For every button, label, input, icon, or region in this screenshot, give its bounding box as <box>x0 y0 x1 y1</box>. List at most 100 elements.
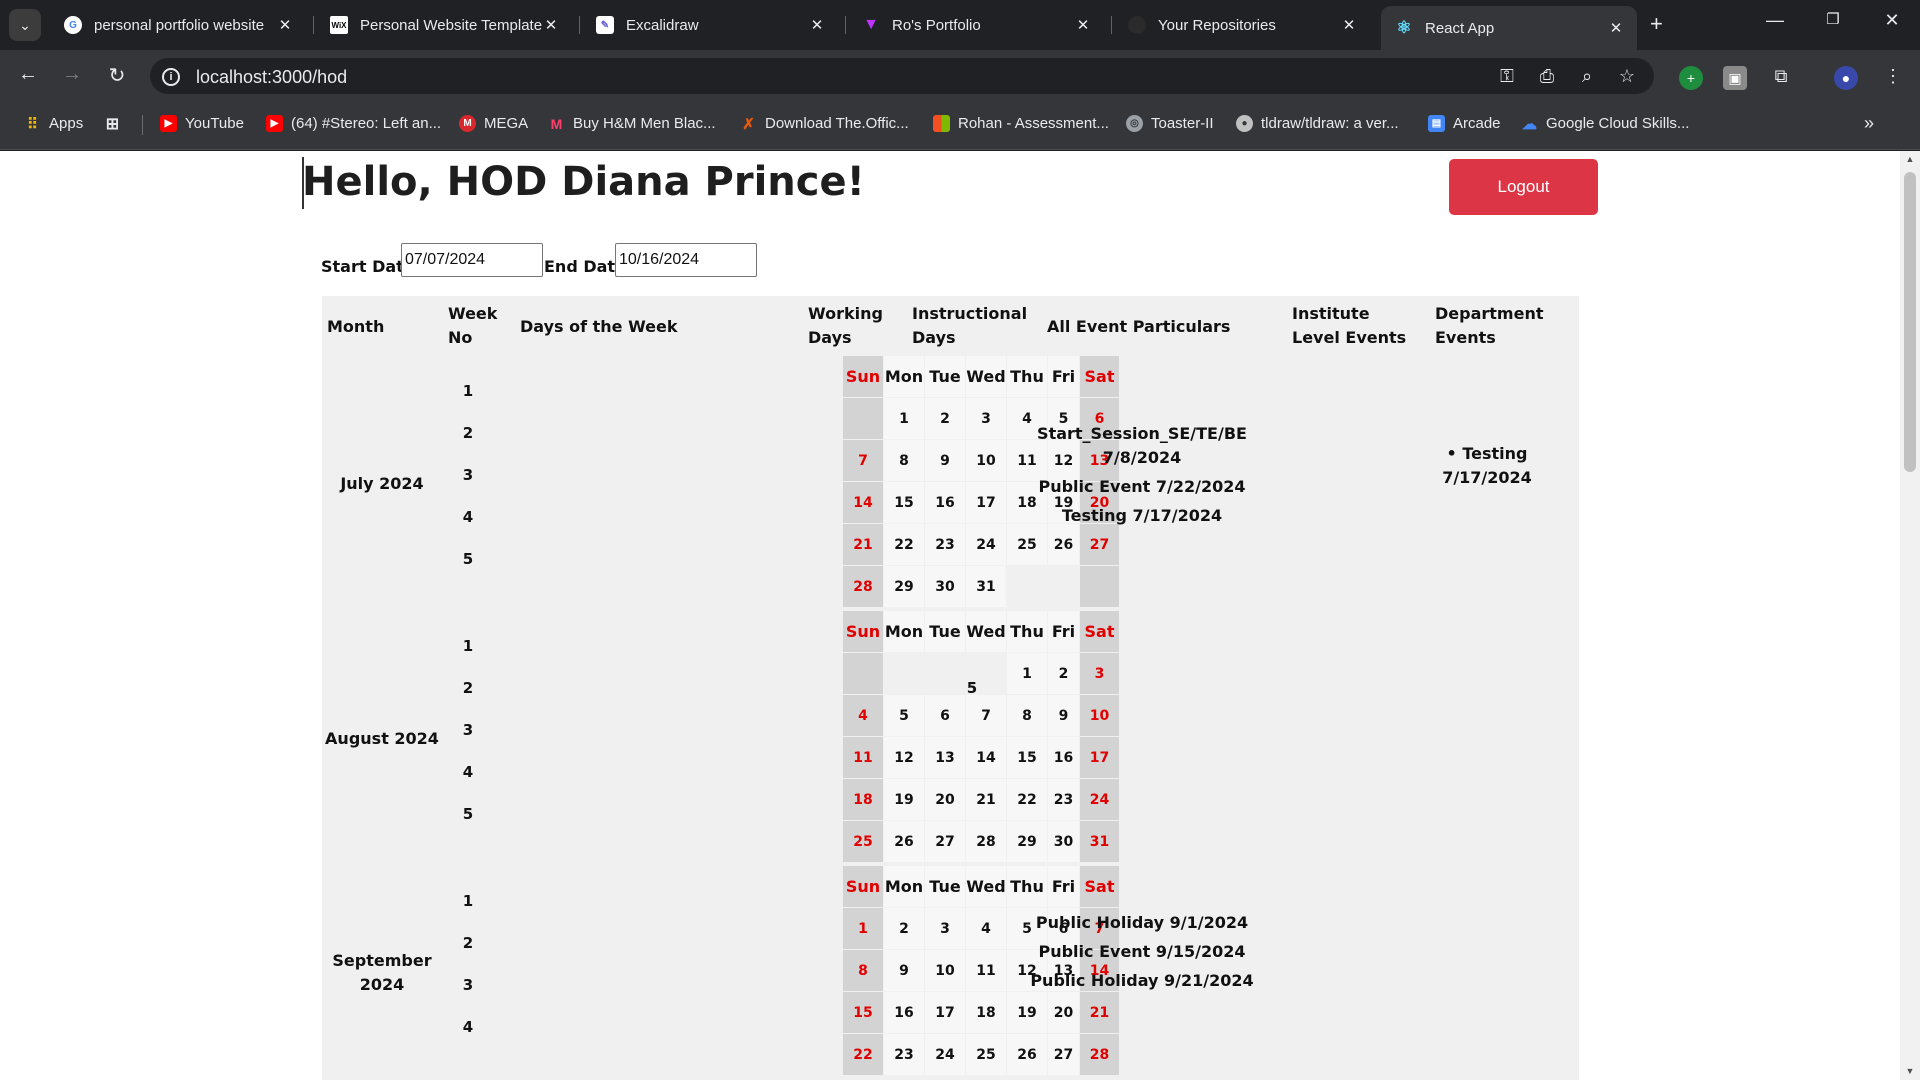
calendar-day-cell: 28 <box>966 821 1006 862</box>
bookmark-label: Arcade <box>1453 115 1501 132</box>
github-icon: ● <box>1236 115 1253 132</box>
column-header-department-events: Department Events <box>1435 304 1544 347</box>
apps-grid-icon: ⠿ <box>27 115 38 133</box>
tab-ros-portfolio[interactable]: ▼ Ro's Portfolio ✕ <box>848 8 1104 42</box>
calendar-empty-cell <box>925 653 965 694</box>
calendar-day-cell: 6 <box>925 695 965 736</box>
more-bookmarks-chevron-icon[interactable]: » <box>1864 113 1874 134</box>
tab-excalidraw[interactable]: ✎ Excalidraw ✕ <box>582 8 838 42</box>
bookmark-hm[interactable]: M Buy H&M Men Blac... <box>548 115 716 132</box>
bookmark-rohan-assessment[interactable]: Rohan - Assessment... <box>933 115 1109 132</box>
day-header-mon: Mon <box>884 356 924 397</box>
new-tab-plus-icon[interactable]: + <box>1650 11 1663 37</box>
address-bar[interactable] <box>150 58 1654 94</box>
calendar-day-cell: 17 <box>1080 737 1119 778</box>
tab-personal-portfolio[interactable]: G personal portfolio website ✕ <box>50 8 306 42</box>
menu-dots-icon[interactable]: ⋮ <box>1880 66 1906 87</box>
minimize-icon[interactable]: — <box>1755 10 1795 31</box>
calendar-day-cell: 10 <box>1080 695 1119 736</box>
bookmark-arcade[interactable]: ▤ Arcade <box>1428 115 1501 132</box>
bookmark-toaster[interactable]: ◎ Toaster-II <box>1126 115 1214 132</box>
bookmark-google-cloud[interactable]: ☁ Google Cloud Skills... <box>1521 115 1689 133</box>
column-header-instructional-days: Instructional Days <box>912 304 1028 347</box>
extension-plus-icon[interactable]: + <box>1679 66 1703 90</box>
globe-icon: ◎ <box>1126 115 1143 132</box>
calendar-day-cell: 25 <box>843 821 883 862</box>
key-icon[interactable]: ⚿ <box>1494 66 1520 87</box>
bookmark-mega[interactable]: M MEGA <box>459 115 528 132</box>
calendar-day-cell: 3 <box>925 908 965 949</box>
tab-title: Excalidraw <box>626 16 699 34</box>
day-header-wed: Wed <box>966 866 1006 907</box>
tab-react-app[interactable]: ⚛ React App ✕ <box>1381 6 1637 50</box>
end-date-input[interactable] <box>615 243 757 277</box>
calendar-day-cell: 4 <box>843 695 883 736</box>
tab-personal-website-template[interactable]: WiX Personal Website Template ✕ <box>316 8 572 42</box>
calendar-day-cell: 28 <box>843 566 883 607</box>
calendar-day-cell: 9 <box>884 950 924 991</box>
arcade-icon: ▤ <box>1428 115 1445 132</box>
day-header-thu: Thu <box>1007 866 1047 907</box>
close-icon[interactable]: ✕ <box>1607 19 1625 37</box>
day-header-sun: Sun <box>843 866 883 907</box>
url-text[interactable]: localhost:3000/hod <box>196 67 347 88</box>
install-app-icon[interactable]: ⎙ <box>1534 66 1560 87</box>
bookmark-apps[interactable]: ⠿ Apps <box>24 115 84 133</box>
bookmark-tab-groups[interactable]: ⊞ <box>104 115 129 133</box>
tab-your-repositories[interactable]: ● Your Repositories ✕ <box>1114 8 1370 42</box>
zoom-icon[interactable]: ⌕ <box>1574 66 1600 87</box>
extension-icon[interactable]: ▣ <box>1723 66 1747 90</box>
extensions-puzzle-icon[interactable]: ⧉ <box>1768 66 1794 87</box>
day-header-fri: Fri <box>1048 866 1079 907</box>
scrollbar-thumb[interactable] <box>1904 172 1916 472</box>
day-header-sat: Sat <box>1080 356 1119 397</box>
close-icon[interactable]: ✕ <box>1074 16 1092 34</box>
site-info-icon[interactable]: i <box>162 68 180 86</box>
bookmark-divider <box>142 115 143 135</box>
calendar-day-cell: 17 <box>966 482 1006 523</box>
calendar-day-cell: 1 <box>884 398 924 439</box>
bookmark-youtube[interactable]: ▶ YouTube <box>160 115 244 132</box>
back-arrow-icon[interactable]: ← <box>14 63 42 86</box>
microsoft-icon <box>933 115 950 132</box>
bookmark-label: Apps <box>49 115 84 132</box>
tab-title: Ro's Portfolio <box>892 16 981 34</box>
calendar-day-cell: 2 <box>1048 653 1079 694</box>
start-date-input[interactable] <box>401 243 543 277</box>
calendar-day-cell: 20 <box>925 779 965 820</box>
forward-arrow-icon[interactable]: → <box>58 63 86 86</box>
tab-groups-icon: ⊞ <box>105 115 120 133</box>
calendar-day-cell: 13 <box>925 737 965 778</box>
bookmark-stereo[interactable]: ▶ (64) #Stereo: Left an... <box>266 115 441 132</box>
day-header-wed: Wed <box>966 356 1006 397</box>
restore-icon[interactable]: ❐ <box>1813 10 1853 28</box>
calendar-day-cell: 25 <box>966 1034 1006 1075</box>
calendar-day-cell: 31 <box>966 566 1006 607</box>
close-icon[interactable]: ✕ <box>1340 16 1358 34</box>
bookmark-label: MEGA <box>484 115 529 132</box>
window-close-icon[interactable]: ✕ <box>1872 10 1912 31</box>
scroll-up-arrow-icon[interactable]: ▲ <box>1904 154 1916 164</box>
bookmark-label: (64) #Stereo: Left an... <box>291 115 442 132</box>
calendar-day-cell: 16 <box>884 992 924 1033</box>
logout-button[interactable]: Logout <box>1449 159 1598 215</box>
tab-title: Your Repositories <box>1158 16 1276 34</box>
close-icon[interactable]: ✕ <box>276 16 294 34</box>
close-icon[interactable]: ✕ <box>542 16 560 34</box>
calendar-day-cell: 4 <box>966 908 1006 949</box>
scroll-down-arrow-icon[interactable]: ▼ <box>1904 1066 1916 1076</box>
bookmark-label: Buy H&M Men Blac... <box>573 115 716 132</box>
bookmark-tldraw[interactable]: ● tldraw/tldraw: a ver... <box>1236 115 1399 132</box>
reload-icon[interactable]: ↻ <box>103 63 131 88</box>
tab-search-chevron-icon[interactable]: ⌄ <box>9 9 41 41</box>
day-header-mon: Mon <box>884 611 924 652</box>
google-cloud-icon: ☁ <box>1522 115 1537 133</box>
profile-avatar-icon[interactable]: ● <box>1834 66 1858 90</box>
month-name: August 2024 <box>325 729 439 748</box>
month-name: July 2024 <box>340 474 424 493</box>
day-header-sat: Sat <box>1080 866 1119 907</box>
mega-icon: M <box>459 115 476 132</box>
bookmark-star-icon[interactable]: ☆ <box>1614 66 1640 87</box>
close-icon[interactable]: ✕ <box>808 16 826 34</box>
bookmark-download[interactable]: ✗ Download The.Offic... <box>740 115 908 133</box>
